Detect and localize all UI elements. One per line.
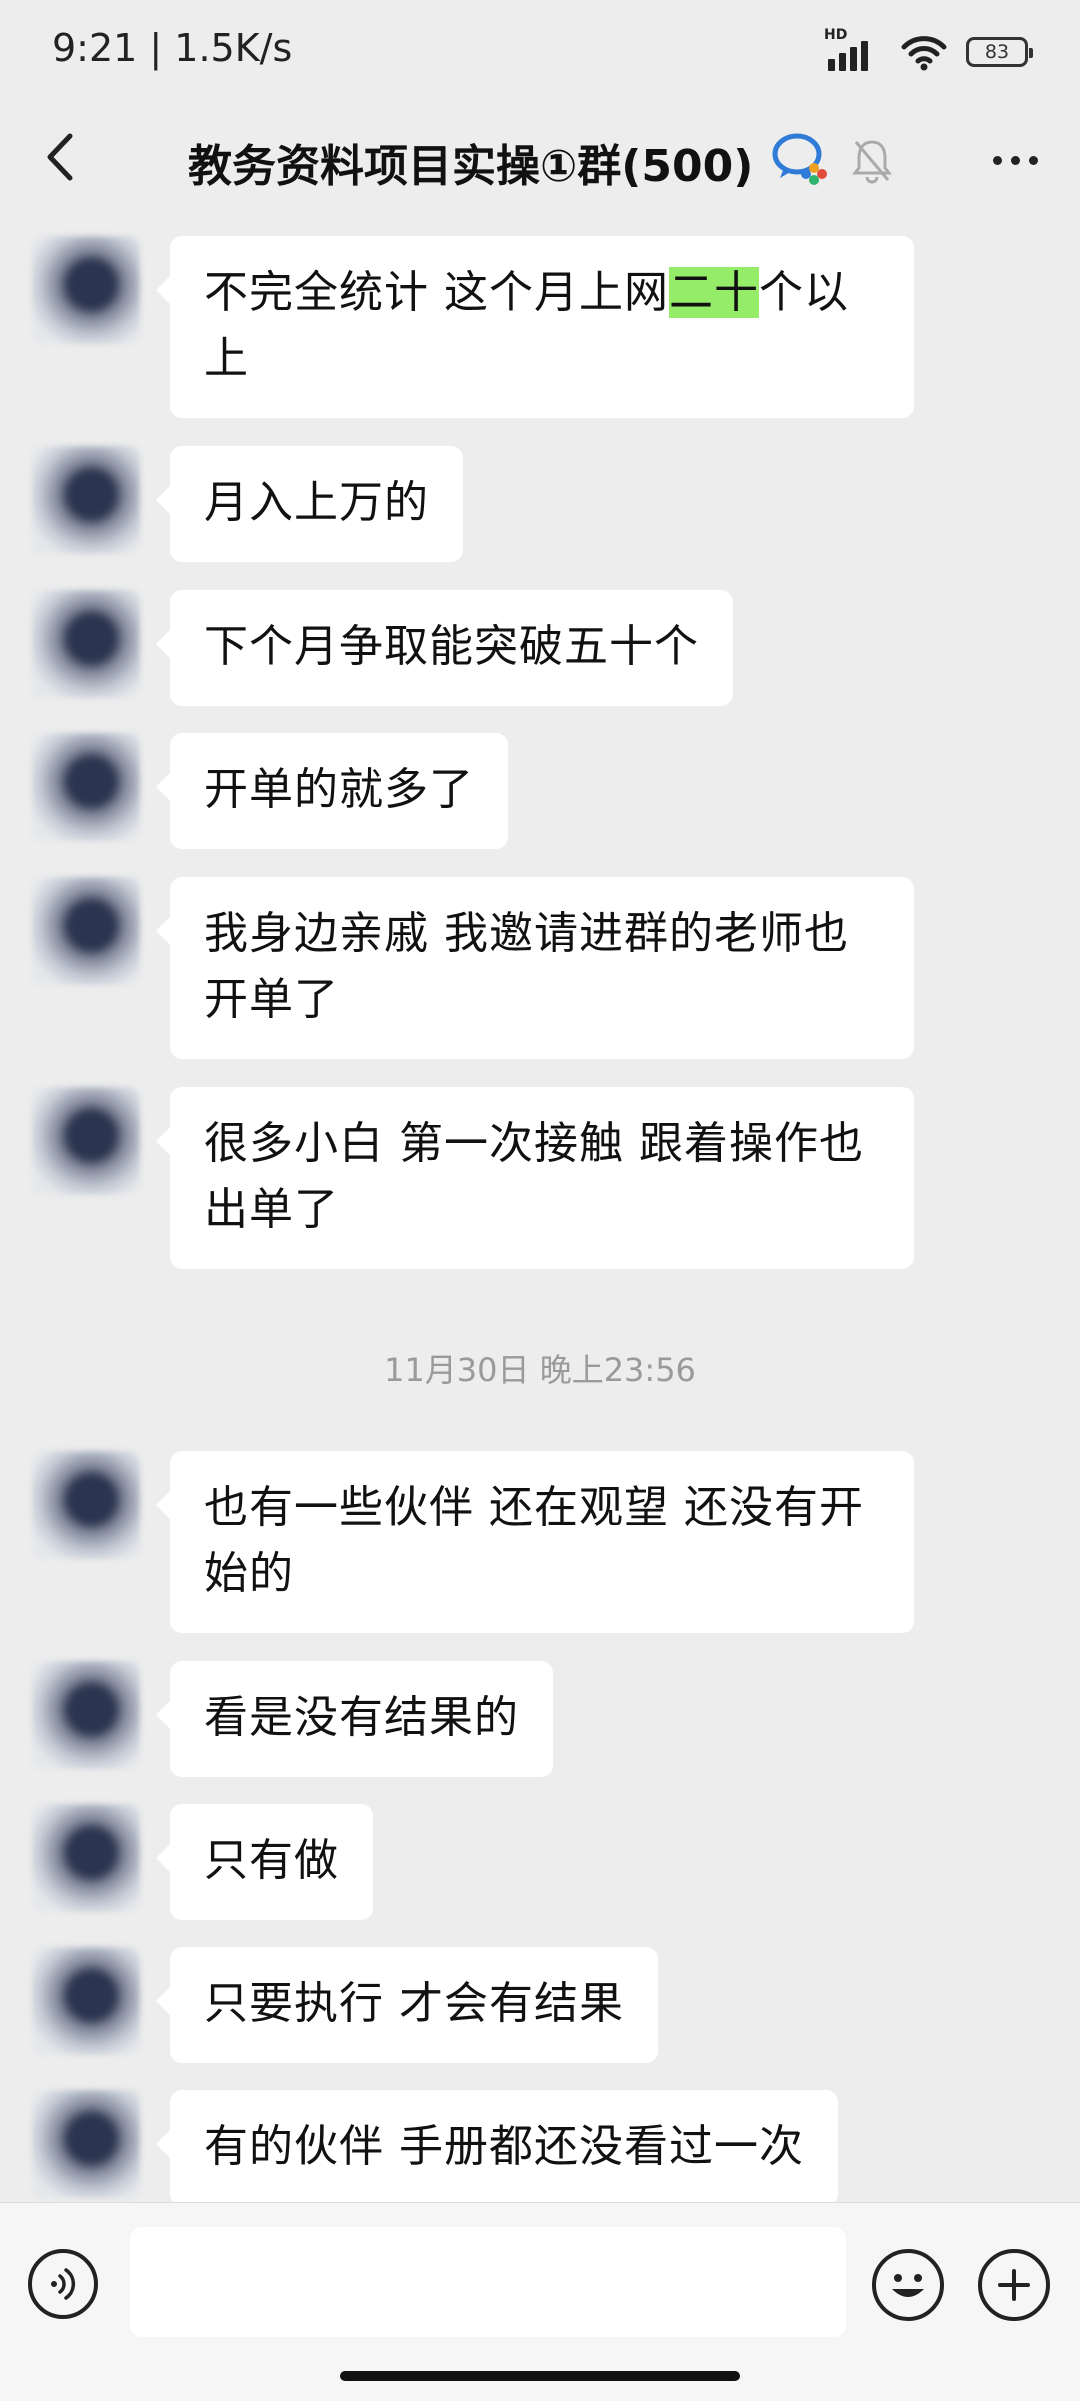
chat-header: 教务资料项目实操①群(500) [0,100,1080,220]
highlighted-text: 二十 [669,267,759,318]
message-bubble[interactable]: 下个月争取能突破五十个 [156,590,733,706]
battery-level: 83 [984,41,1010,63]
emoji-icon [892,2274,924,2297]
enterprise-chat-icon [772,133,827,185]
message-input[interactable] [130,2227,846,2337]
back-arrow-icon [47,133,73,181]
avatar[interactable] [32,1451,140,1559]
back-button[interactable] [30,122,90,192]
voice-button[interactable] [28,2249,98,2319]
avatar[interactable] [32,590,140,698]
more-icon [992,155,1002,165]
message-bubble[interactable]: 不完全统计 这个月上网二十个以上 [156,236,914,418]
status-bar: 9:21 | 1.5K/s HD 83 [0,0,1080,100]
message-bubble[interactable]: 只有做 [156,1804,373,1920]
message-bubble[interactable]: 月入上万的 [156,446,463,562]
voice-icon [51,2268,76,2300]
timestamp: 11月30日 晚上23:56 [384,1351,696,1389]
home-indicator[interactable] [340,2371,740,2381]
status-icons: HD 83 [824,27,1033,74]
avatar[interactable] [32,1087,140,1195]
avatar[interactable] [32,1661,140,1769]
battery-icon: 83 [966,37,1033,67]
message-bubble[interactable]: 看是没有结果的 [156,1661,553,1777]
message-bubble[interactable]: 有的伙伴 手册都还没看过一次 [156,2090,838,2206]
plus-button[interactable] [978,2249,1050,2321]
bell-off-icon [851,140,893,184]
message-bubble[interactable]: 很多小白 第一次接触 跟着操作也 出单了 [156,1087,914,1269]
message-bubble[interactable]: 只要执行 才会有结果 [156,1947,658,2063]
avatar[interactable] [32,733,140,841]
more-button[interactable] [980,136,1050,184]
status-time: 9:21 | 1.5K/s [52,26,293,70]
chat-title[interactable]: 教务资料项目实操①群(500) [188,130,753,194]
avatar[interactable] [32,1947,140,2055]
avatar[interactable] [32,446,140,554]
signal-icon: HD [824,27,882,73]
message-bubble[interactable]: 开单的就多了 [156,733,508,849]
avatar[interactable] [32,877,140,985]
avatar[interactable] [32,2090,140,2198]
avatar[interactable] [32,1804,140,1912]
input-bar [0,2202,1080,2401]
emoji-button[interactable] [872,2249,944,2321]
avatar[interactable] [32,236,140,344]
message-bubble[interactable]: 我身边亲戚 我邀请进群的老师也 开单了 [156,877,914,1059]
wifi-icon [901,36,947,71]
message-bubble[interactable]: 也有一些伙伴 还在观望 还没有开 始的 [156,1451,914,1633]
